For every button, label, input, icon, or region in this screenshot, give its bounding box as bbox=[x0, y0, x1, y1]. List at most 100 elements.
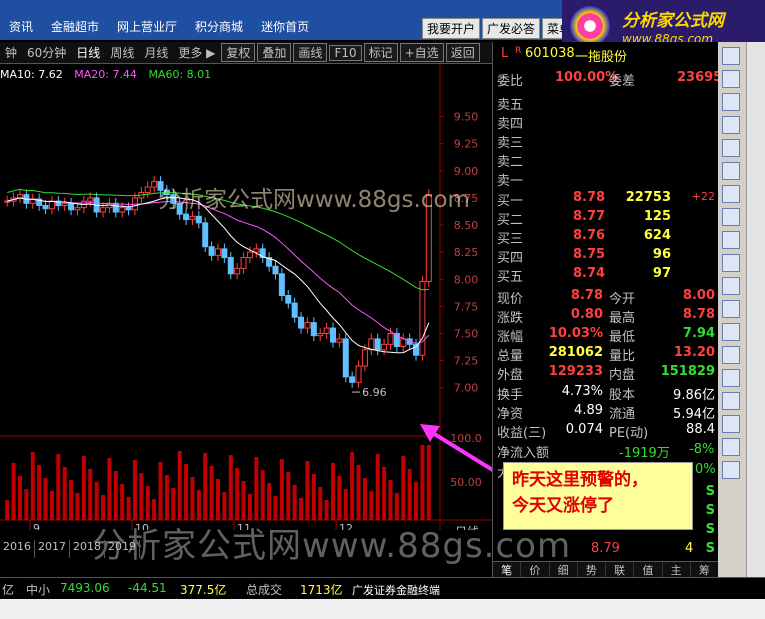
volume-bar bbox=[426, 445, 431, 520]
buy-row[interactable]: 买四 8.75 96 bbox=[493, 247, 719, 266]
period-60min[interactable]: 60分钟 bbox=[22, 44, 71, 61]
buy-label: 买三 bbox=[497, 232, 524, 247]
faq-button[interactable]: 广发必答 bbox=[482, 18, 541, 39]
stat-label: 总量 bbox=[497, 349, 524, 364]
trade-side: S bbox=[705, 484, 715, 499]
f10-icon[interactable] bbox=[722, 208, 740, 226]
nav-finance-market[interactable]: 金融超市 bbox=[42, 18, 108, 36]
callout-line1: 昨天这里预警的， bbox=[512, 470, 648, 490]
back-button[interactable]: 返回 bbox=[445, 43, 480, 62]
nav-news[interactable]: 资讯 bbox=[0, 18, 42, 36]
buy-volume: 22753 bbox=[625, 190, 671, 205]
gear-icon[interactable] bbox=[722, 415, 740, 433]
overlay-button[interactable]: 叠加 bbox=[257, 43, 292, 62]
detail-tab[interactable]: 值 bbox=[634, 562, 663, 577]
candle-icon[interactable] bbox=[722, 162, 740, 180]
open-account-button[interactable]: 我要开户 bbox=[422, 18, 481, 39]
chart-icon[interactable] bbox=[722, 300, 740, 318]
sell-label: 卖五 bbox=[497, 98, 524, 113]
draw-line-button[interactable]: 画线 bbox=[293, 43, 328, 62]
arrow-down-icon[interactable] bbox=[722, 70, 740, 88]
candle-body bbox=[278, 273, 285, 297]
status-zhongxiao[interactable]: 中小 bbox=[26, 581, 50, 598]
stat-label: 涨幅 bbox=[497, 330, 524, 345]
f5-icon[interactable] bbox=[722, 438, 740, 456]
detail-tab[interactable]: 联 bbox=[606, 562, 635, 577]
year-label[interactable]: 2016 bbox=[0, 540, 35, 558]
add-watchlist-button[interactable]: +自选 bbox=[399, 43, 444, 62]
sell-row[interactable]: 卖二 bbox=[493, 151, 719, 170]
detail-tab[interactable]: 主 bbox=[663, 562, 691, 577]
volume-bar bbox=[43, 478, 48, 520]
buy-row[interactable]: 买三 8.76 624 bbox=[493, 228, 719, 247]
candle-body bbox=[48, 200, 55, 210]
stat-value2: 7.94 bbox=[682, 326, 715, 341]
vertical-scrollbar[interactable] bbox=[746, 42, 765, 602]
year-label[interactable]: 2018 bbox=[70, 540, 105, 558]
period-monthly[interactable]: 月线 bbox=[139, 44, 173, 61]
sell-row[interactable]: 卖四 bbox=[493, 113, 719, 132]
volume-bar bbox=[388, 480, 393, 520]
fund-value2: 5.94亿 bbox=[673, 407, 715, 422]
year-label[interactable]: 2017 bbox=[35, 540, 70, 558]
detail-tab[interactable]: 势 bbox=[578, 562, 606, 577]
stock-header: L R 601038 一拖股份 bbox=[493, 46, 719, 65]
f12-icon[interactable] bbox=[722, 254, 740, 272]
refresh-icon[interactable] bbox=[722, 277, 740, 295]
period-more[interactable]: 更多 ▶ bbox=[173, 44, 220, 61]
stat-value: 129233 bbox=[548, 364, 603, 379]
buy-row[interactable]: 买五 8.74 97 bbox=[493, 266, 719, 285]
y-tick-label: 7.00 bbox=[454, 382, 479, 395]
ma20-line bbox=[7, 197, 430, 345]
period-daily[interactable]: 日线 bbox=[71, 44, 105, 61]
trade-side: S bbox=[705, 503, 715, 518]
nav-mini-home[interactable]: 迷你首页 bbox=[252, 18, 318, 36]
candle-body bbox=[100, 207, 107, 213]
f2-icon[interactable] bbox=[722, 461, 740, 479]
grid-icon[interactable] bbox=[722, 116, 740, 134]
nav-online-hall[interactable]: 网上营业厅 bbox=[108, 18, 186, 36]
stat-value2: 8.78 bbox=[682, 307, 715, 322]
sell-row[interactable]: 卖五 bbox=[493, 94, 719, 113]
buy-label: 买四 bbox=[497, 251, 524, 266]
tools-icon[interactable] bbox=[722, 346, 740, 364]
fundamental-row: 净资 4.89 流通 5.94亿 bbox=[493, 403, 719, 422]
volume-bar bbox=[17, 476, 22, 520]
adjust-button[interactable]: 复权 bbox=[221, 43, 256, 62]
quote-stat-row: 现价 8.78 今开 8.00 bbox=[493, 288, 719, 307]
period-minute[interactable]: 钟 bbox=[0, 44, 22, 61]
sell-row[interactable]: 卖一 bbox=[493, 170, 719, 189]
chart-line-icon[interactable] bbox=[722, 139, 740, 157]
low-marker-label: 6.96 bbox=[362, 386, 387, 399]
year-label[interactable]: 2019 bbox=[105, 540, 140, 558]
candle-body bbox=[144, 186, 151, 193]
move-icon[interactable] bbox=[722, 369, 740, 387]
buy-row[interactable]: 买一 8.78 22753 +22 bbox=[493, 190, 719, 209]
rsi-icon[interactable] bbox=[722, 323, 740, 341]
detail-tab[interactable]: 筹 bbox=[691, 562, 719, 577]
trade-volume: 4 bbox=[685, 541, 694, 556]
arrow-up-icon[interactable] bbox=[722, 47, 740, 65]
mark-button[interactable]: 标记 bbox=[363, 43, 398, 62]
doc-icon[interactable] bbox=[722, 231, 740, 249]
pen-icon[interactable] bbox=[722, 392, 740, 410]
table-icon[interactable] bbox=[722, 185, 740, 203]
f10-button[interactable]: F10 bbox=[329, 44, 362, 61]
stat-label2: 量比 bbox=[609, 349, 636, 364]
volume-bar bbox=[107, 458, 112, 520]
nav-points-mall[interactable]: 积分商城 bbox=[186, 18, 252, 36]
volume-bar bbox=[330, 463, 335, 520]
candle-body bbox=[304, 322, 311, 329]
fundamental-row: 换手 4.73% 股本 9.86亿 bbox=[493, 384, 719, 403]
period-weekly[interactable]: 周线 bbox=[105, 44, 139, 61]
buy-row[interactable]: 买二 8.77 125 bbox=[493, 209, 719, 228]
volume-bar bbox=[337, 476, 342, 520]
candle-body bbox=[189, 215, 196, 221]
volume-bar bbox=[37, 465, 42, 520]
volume-bar bbox=[350, 452, 355, 520]
sell-row[interactable]: 卖三 bbox=[493, 132, 719, 151]
stat-label: 涨跌 bbox=[497, 311, 524, 326]
list-icon[interactable] bbox=[722, 93, 740, 111]
quote-stat-row: 外盘 129233 内盘 151829 bbox=[493, 364, 719, 383]
kline-chart[interactable]: 9.50 9.25 9.00 8.75 8.50 8.25 8.00 7.75 7.50 7.25… bbox=[0, 64, 582, 539]
